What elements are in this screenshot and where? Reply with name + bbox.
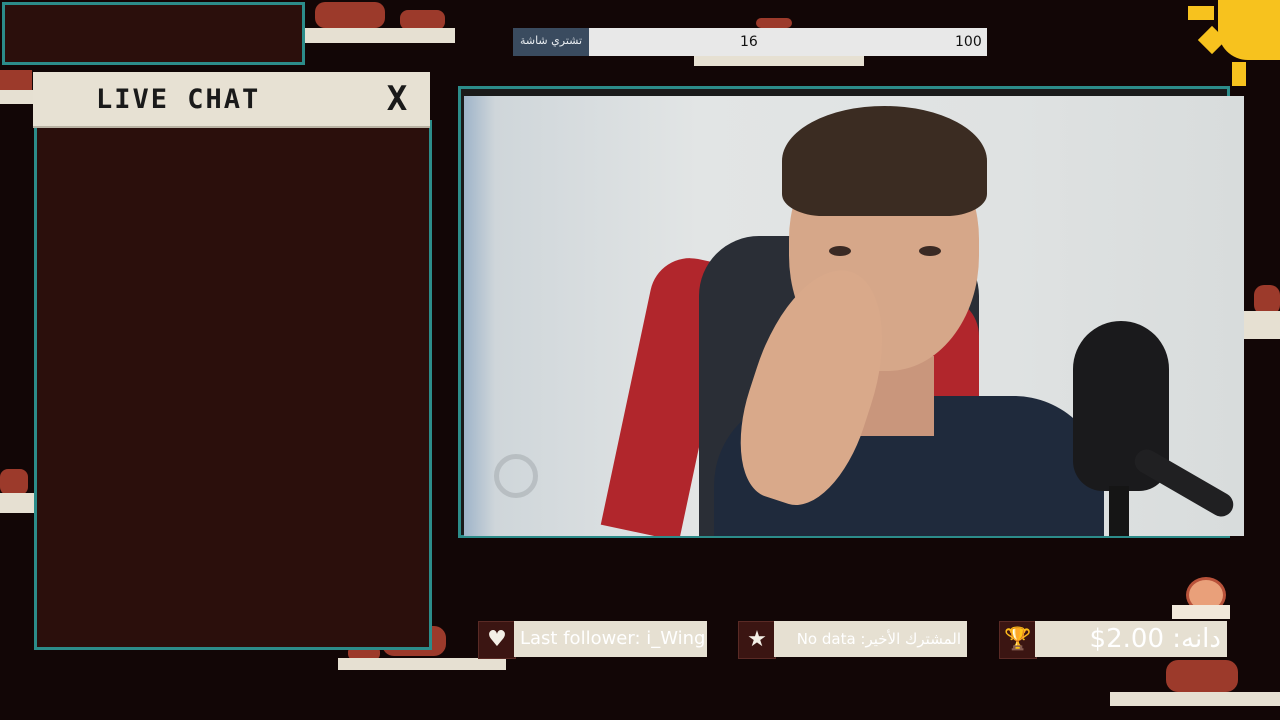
goal-current: 16 xyxy=(740,34,758,50)
live-chat-panel xyxy=(34,120,432,650)
streamer xyxy=(624,96,1104,536)
microphone xyxy=(1069,321,1244,536)
last-subscriber-text: المشترك الأخير: No data xyxy=(774,621,967,657)
live-chat-title: LIVE CHAT xyxy=(96,84,261,115)
top-left-panel xyxy=(2,2,305,65)
webcam-feed xyxy=(464,96,1244,536)
trophy-icon: 🏆 xyxy=(999,621,1037,659)
heart-icon: ♥ xyxy=(478,621,516,659)
star-icon: ★ xyxy=(738,621,776,659)
sun-icon xyxy=(1188,0,1280,90)
snail-icon xyxy=(1172,577,1230,621)
close-icon[interactable]: X xyxy=(380,82,414,116)
cloud-decoration-top-left xyxy=(305,0,455,45)
last-donation-text: دانه: 2.00$ xyxy=(1035,621,1227,657)
cloud-decoration-right xyxy=(1244,275,1280,341)
webcam-watermark-icon xyxy=(494,454,538,498)
last-follower-text: Last follower: i_Wing xyxy=(514,621,707,657)
goal-label: تشتري شاشة xyxy=(519,34,583,47)
goal-target: 100 xyxy=(955,34,982,50)
cloud-decoration-bottom-right xyxy=(1110,656,1280,708)
